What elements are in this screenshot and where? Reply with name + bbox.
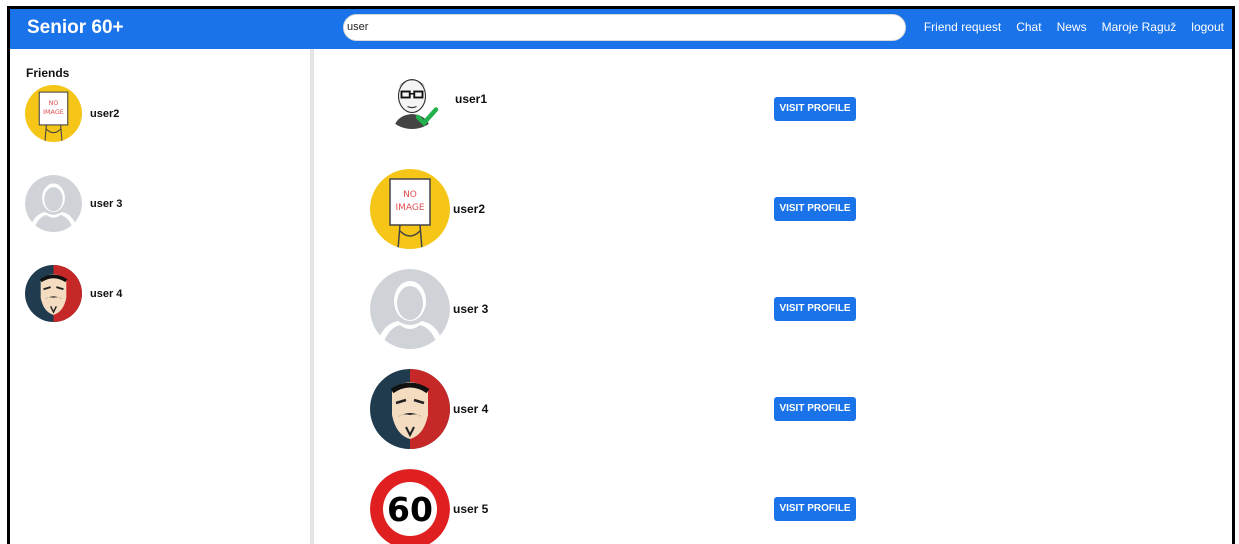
brand-logo[interactable]: Senior 60+ (27, 17, 124, 39)
friends-sidebar: Friends NO IMAGE user2 user 3 user 4 (10, 49, 314, 544)
svg-text:IMAGE: IMAGE (43, 108, 64, 116)
top-navbar: Senior 60+ user Friend request Chat News… (10, 9, 1232, 49)
result-row-user3: user 3 (370, 269, 783, 349)
mask-avatar (370, 369, 450, 449)
friend-item-user2[interactable]: NO IMAGE user2 (25, 85, 119, 142)
nav-user-name[interactable]: Maroje Raguž (1102, 20, 1177, 34)
search-input[interactable]: user (343, 14, 906, 41)
visit-profile-button[interactable]: VISIT PROFILE (774, 397, 856, 421)
glasses-avatar (382, 69, 442, 129)
friend-name: user 4 (90, 287, 123, 300)
nav-news[interactable]: News (1057, 20, 1087, 34)
visit-profile-button[interactable]: VISIT PROFILE (774, 497, 856, 521)
visit-profile-button[interactable]: VISIT PROFILE (774, 297, 856, 321)
result-row-user2: NO IMAGE user2 (370, 169, 783, 249)
placeholder-avatar (370, 269, 450, 349)
placeholder-avatar (25, 175, 82, 232)
result-username: user2 (453, 202, 486, 216)
result-username: user 4 (453, 402, 489, 416)
visit-profile-button[interactable]: VISIT PROFILE (774, 97, 856, 121)
svg-text:NO: NO (403, 190, 417, 200)
svg-text:60: 60 (387, 490, 433, 529)
result-username: user1 (455, 92, 488, 106)
nav-links: Friend request Chat News Maroje Raguž lo… (924, 20, 1224, 34)
nav-logout[interactable]: logout (1191, 20, 1224, 34)
visit-profile-button[interactable]: VISIT PROFILE (774, 197, 856, 221)
friends-title: Friends (26, 66, 70, 80)
friend-item-user4[interactable]: user 4 (25, 265, 122, 322)
nav-friend-request[interactable]: Friend request (924, 20, 1001, 34)
no-image-avatar: NO IMAGE (370, 169, 450, 249)
svg-text:NO: NO (49, 99, 59, 107)
app-window: Senior 60+ user Friend request Chat News… (7, 6, 1235, 544)
friend-item-user3[interactable]: user 3 (25, 175, 122, 232)
nav-chat[interactable]: Chat (1016, 20, 1041, 34)
svg-text:IMAGE: IMAGE (395, 203, 424, 213)
result-username: user 3 (453, 302, 489, 316)
speed-sign-avatar: 60 (370, 469, 450, 544)
result-row-user1: user1 (370, 69, 785, 129)
result-row-user4: user 4 (370, 369, 783, 449)
friend-name: user 3 (90, 197, 123, 210)
mask-avatar (25, 265, 82, 322)
no-image-avatar: NO IMAGE (25, 85, 82, 142)
result-username: user 5 (453, 502, 489, 516)
result-row-user5: 60 user 5 (370, 469, 783, 544)
friend-name: user2 (90, 107, 120, 120)
